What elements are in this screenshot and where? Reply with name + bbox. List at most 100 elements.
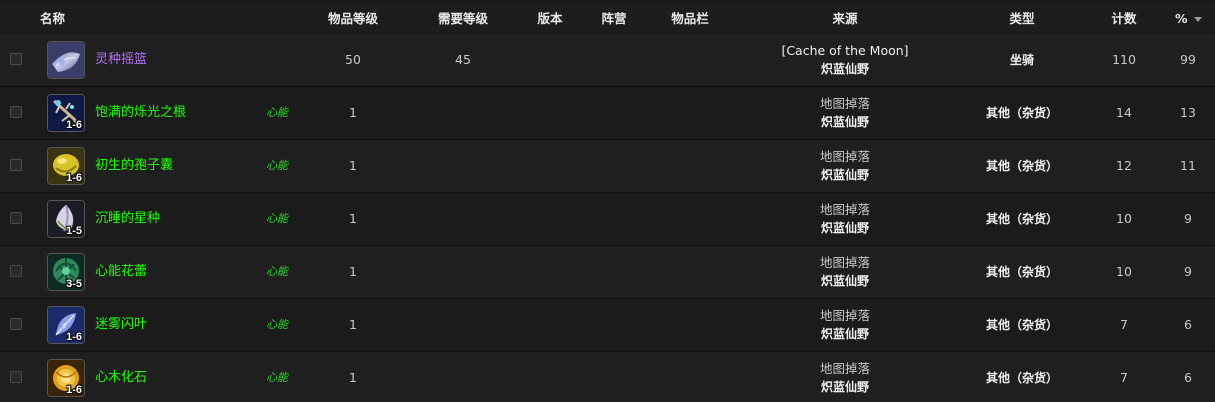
stack-size: 1-6 [66, 331, 82, 343]
drop-percent: 9 [1184, 211, 1192, 226]
table-row[interactable]: 1-6 迷雾闪叶 心能 1 地图掉落 炽蓝仙野 其他（杂货） 7 6 [0, 299, 1215, 352]
required-level: 45 [455, 52, 471, 67]
drop-percent: 6 [1184, 317, 1192, 332]
item-name-link[interactable]: 灵种摇篮 [95, 34, 147, 86]
stack-size: 1-6 [66, 119, 82, 131]
source-zone[interactable]: 炽蓝仙野 [820, 272, 870, 291]
drop-count: 7 [1120, 370, 1128, 385]
header-slot[interactable]: 物品栏 [671, 4, 709, 33]
item-level: 1 [349, 105, 357, 120]
header-source[interactable]: 来源 [832, 4, 857, 33]
spore-sac-icon[interactable]: 1-6 [47, 147, 85, 185]
source-name[interactable]: 地图掉落 [820, 253, 870, 272]
loot-table: 名称 物品等级 需要等级 版本 阵营 物品栏 来源 类型 计数 % 灵种摇篮 50… [0, 0, 1215, 402]
stack-size: 1-6 [66, 172, 82, 184]
source-zone[interactable]: 炽蓝仙野 [820, 378, 870, 397]
item-tag: 心能 [266, 265, 288, 278]
row-checkbox[interactable] [10, 159, 22, 171]
drop-count: 7 [1120, 317, 1128, 332]
mist-leaf-icon[interactable]: 1-6 [47, 306, 85, 344]
sort-desc-icon [1193, 17, 1202, 22]
table-row[interactable]: 1-6 初生的孢子囊 心能 1 地图掉落 炽蓝仙野 其他（杂货） 12 11 [0, 140, 1215, 193]
table-row[interactable]: 1-6 心木化石 心能 1 地图掉落 炽蓝仙野 其他（杂货） 7 6 [0, 352, 1215, 402]
item-name-link[interactable]: 迷雾闪叶 [95, 299, 147, 351]
source-zone[interactable]: 炽蓝仙野 [820, 219, 870, 238]
item-tag: 心能 [266, 318, 288, 331]
drop-count: 110 [1112, 52, 1136, 67]
star-seed-icon[interactable]: 1-5 [47, 200, 85, 238]
source: 地图掉落 炽蓝仙野 [820, 359, 870, 397]
source-name[interactable]: 地图掉落 [820, 200, 870, 219]
table-row[interactable]: 灵种摇篮 50 45 [Cache of the Moon] 炽蓝仙野 坐骑 110 99 [0, 34, 1215, 87]
source-name[interactable]: [Cache of the Moon] [781, 41, 908, 60]
cradle-icon[interactable] [47, 41, 85, 79]
stack-size: 1-6 [66, 384, 82, 396]
root-icon[interactable]: 1-6 [47, 94, 85, 132]
item-level: 1 [349, 317, 357, 332]
item-tag: 心能 [266, 212, 288, 225]
drop-percent: 6 [1184, 370, 1192, 385]
row-checkbox[interactable] [10, 371, 22, 383]
drop-percent: 9 [1184, 264, 1192, 279]
item-name-link[interactable]: 心木化石 [95, 352, 147, 402]
item-type: 坐骑 [1009, 53, 1035, 67]
header-faction[interactable]: 阵营 [601, 4, 626, 33]
header-type[interactable]: 类型 [1009, 4, 1034, 33]
item-level: 1 [349, 264, 357, 279]
source: [Cache of the Moon] 炽蓝仙野 [781, 41, 908, 79]
header-count[interactable]: 计数 [1111, 4, 1136, 33]
item-type: 其他（杂货） [985, 318, 1059, 332]
source-zone[interactable]: 炽蓝仙野 [820, 166, 870, 185]
table-header: 名称 物品等级 需要等级 版本 阵营 物品栏 来源 类型 计数 % [0, 4, 1215, 34]
source-zone[interactable]: 炽蓝仙野 [781, 60, 908, 79]
row-checkbox[interactable] [10, 318, 22, 330]
drop-count: 10 [1116, 211, 1132, 226]
drop-percent: 11 [1180, 158, 1196, 173]
drop-percent: 13 [1180, 105, 1196, 120]
stack-size: 1-5 [66, 225, 82, 237]
header-name[interactable]: 名称 [40, 4, 65, 33]
item-type: 其他（杂货） [985, 106, 1059, 120]
header-version[interactable]: 版本 [537, 4, 562, 33]
table-row[interactable]: 3-5 心能花蕾 心能 1 地图掉落 炽蓝仙野 其他（杂货） 10 9 [0, 246, 1215, 299]
source: 地图掉落 炽蓝仙野 [820, 147, 870, 185]
stack-size: 3-5 [66, 278, 82, 290]
source-name[interactable]: 地图掉落 [820, 306, 870, 325]
flower-bud-icon[interactable]: 3-5 [47, 253, 85, 291]
source-zone[interactable]: 炽蓝仙野 [820, 325, 870, 344]
drop-count: 12 [1116, 158, 1132, 173]
item-name-link[interactable]: 饱满的烁光之根 [95, 87, 186, 139]
item-tag: 心能 [266, 371, 288, 384]
row-checkbox[interactable] [10, 53, 22, 65]
header-item-level[interactable]: 物品等级 [328, 4, 378, 33]
item-type: 其他（杂货） [985, 212, 1059, 226]
header-required-level[interactable]: 需要等级 [438, 4, 488, 33]
row-checkbox[interactable] [10, 106, 22, 118]
source: 地图掉落 炽蓝仙野 [820, 306, 870, 344]
source-name[interactable]: 地图掉落 [820, 94, 870, 113]
item-level: 50 [345, 52, 361, 67]
row-checkbox[interactable] [10, 265, 22, 277]
table-row[interactable]: 1-5 沉睡的星种 心能 1 地图掉落 炽蓝仙野 其他（杂货） 10 9 [0, 193, 1215, 246]
source-name[interactable]: 地图掉落 [820, 147, 870, 166]
source-zone[interactable]: 炽蓝仙野 [820, 113, 870, 132]
row-checkbox[interactable] [10, 212, 22, 224]
heartwood-fossil-icon[interactable]: 1-6 [47, 359, 85, 397]
source: 地图掉落 炽蓝仙野 [820, 94, 870, 132]
drop-percent: 99 [1180, 52, 1196, 67]
item-type: 其他（杂货） [985, 371, 1059, 385]
item-name-link[interactable]: 心能花蕾 [95, 246, 147, 298]
item-level: 1 [349, 370, 357, 385]
item-name-link[interactable]: 初生的孢子囊 [95, 140, 173, 192]
item-tag: 心能 [266, 159, 288, 172]
item-type: 其他（杂货） [985, 159, 1059, 173]
header-percent-label: % [1175, 11, 1188, 26]
source-name[interactable]: 地图掉落 [820, 359, 870, 378]
header-percent[interactable]: % [1175, 4, 1202, 33]
table-row[interactable]: 1-6 饱满的烁光之根 心能 1 地图掉落 炽蓝仙野 其他（杂货） 14 13 [0, 87, 1215, 140]
drop-count: 14 [1116, 105, 1132, 120]
drop-count: 10 [1116, 264, 1132, 279]
source: 地图掉落 炽蓝仙野 [820, 200, 870, 238]
item-type: 其他（杂货） [985, 265, 1059, 279]
item-name-link[interactable]: 沉睡的星种 [95, 193, 160, 245]
